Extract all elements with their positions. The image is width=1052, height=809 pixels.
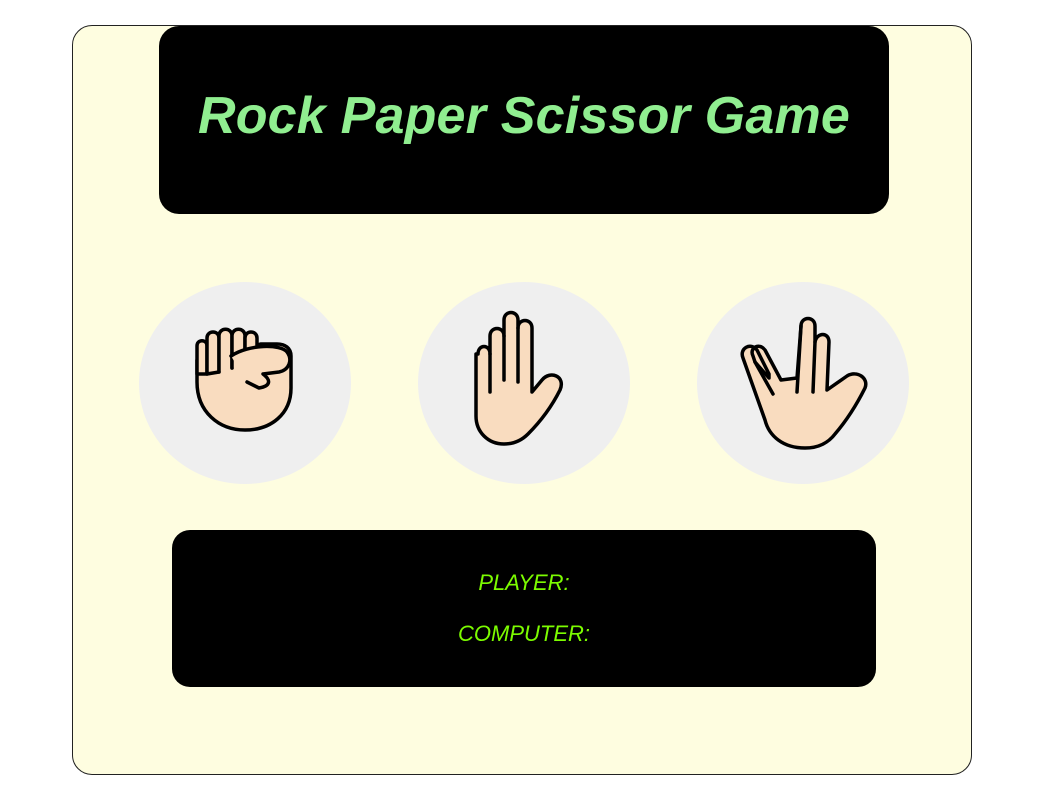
player-label: PLAYER:	[478, 570, 570, 595]
rock-button[interactable]	[139, 282, 351, 484]
score-panel: PLAYER: COMPUTER:	[172, 530, 876, 687]
player-score: PLAYER:	[172, 570, 876, 596]
raised-fist-icon	[195, 327, 293, 432]
game-title: Rock Paper Scissor Game	[197, 87, 851, 145]
scissor-button[interactable]	[697, 282, 909, 484]
paper-button[interactable]	[418, 282, 630, 484]
title-banner: Rock Paper Scissor Game	[159, 26, 889, 214]
raised-hand-icon	[474, 310, 564, 446]
computer-label: COMPUTER:	[458, 621, 590, 646]
game-card: Rock Paper Scissor Game PLAYER: COMPUTER…	[72, 25, 972, 775]
computer-score: COMPUTER:	[172, 621, 876, 647]
vulcan-salute-icon	[740, 316, 868, 450]
